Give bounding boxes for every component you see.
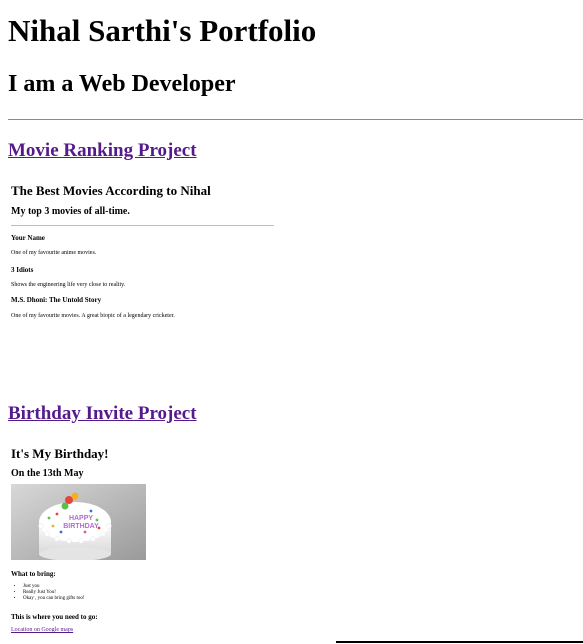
birthday-invite-preview[interactable]: It's My Birthday! On the 13th May HAPPY … (8, 442, 308, 641)
movie-title-1: Your Name (11, 234, 45, 242)
movie-description-3: One of my favourite movies. A great biop… (11, 313, 175, 319)
bring-item-3: Okay , you can bring gifts too! (23, 596, 85, 602)
bring-heading: What to bring: (11, 570, 56, 578)
birthday-preview-date: On the 13th May (11, 468, 84, 479)
cake-text-birthday: BIRTHDAY (63, 523, 99, 530)
page-subtitle: I am a Web Developer (8, 71, 236, 97)
movie-description-2: Shows the engineering life very close to… (11, 282, 126, 288)
portfolio-page: Nihal Sarthi's Portfolio I am a Web Deve… (0, 0, 583, 644)
location-heading: This is where you need to go: (11, 613, 98, 621)
birthday-preview-heading: It's My Birthday! (11, 446, 109, 461)
header-divider (8, 119, 583, 120)
bring-list: Just you Really Just You! Okay , you can… (11, 584, 85, 602)
cake-text-happy: HAPPY (69, 515, 93, 522)
birthday-invite-project-link[interactable]: Birthday Invite Project (8, 403, 197, 426)
movie-preview-subheading: My top 3 movies of all-time. (11, 206, 130, 217)
movie-preview-heading: The Best Movies According to Nihal (11, 183, 211, 198)
bottom-divider (336, 641, 583, 643)
movie-preview-divider (11, 225, 274, 226)
page-title: Nihal Sarthi's Portfolio (8, 13, 317, 48)
birthday-cake-image: HAPPY BIRTHDAY (11, 484, 146, 560)
movie-ranking-project-link[interactable]: Movie Ranking Project (8, 140, 197, 163)
movie-description-1: One of my favourite anime movies. (11, 250, 97, 256)
movie-ranking-preview[interactable]: The Best Movies According to Nihal My to… (8, 178, 280, 346)
google-maps-link[interactable]: Location on Google maps (11, 627, 73, 633)
movie-title-3: M.S. Dhoni: The Untold Story (11, 296, 102, 304)
movie-title-2: 3 Idiots (11, 266, 34, 274)
